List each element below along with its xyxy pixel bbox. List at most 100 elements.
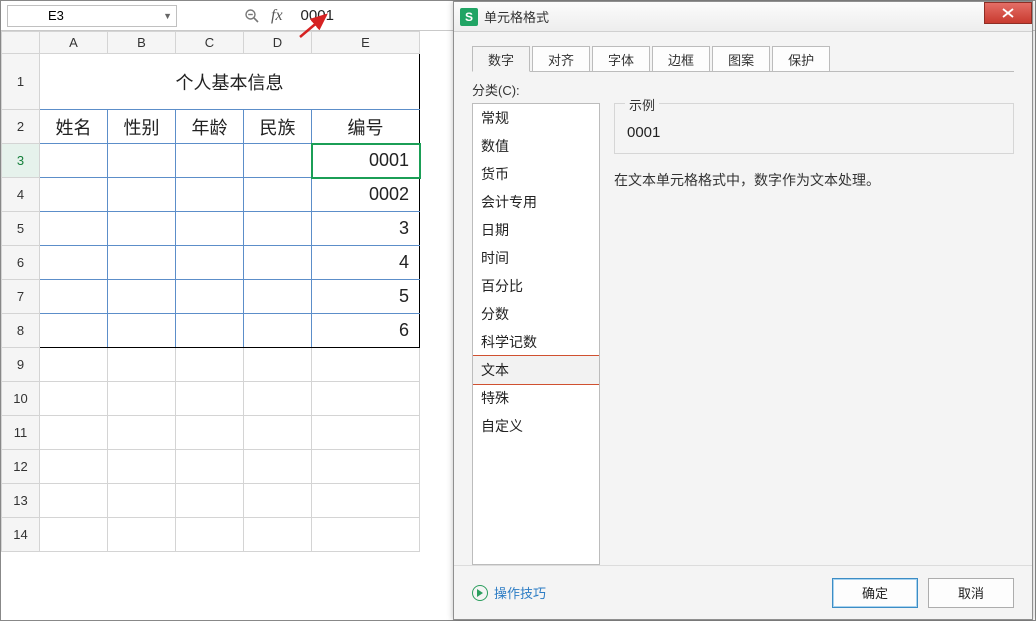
tab-pattern[interactable]: 图案 [712,46,770,72]
cat-scientific[interactable]: 科学记数 [473,328,599,356]
cell-C3[interactable] [176,144,244,178]
cell-D8[interactable] [244,314,312,348]
row-header-4[interactable]: 4 [2,178,40,212]
cell-E8[interactable]: 6 [312,314,420,348]
tab-number[interactable]: 数字 [472,46,530,72]
cell-A3[interactable] [40,144,108,178]
col-header-A[interactable]: A [40,32,108,54]
close-icon [1001,7,1015,19]
cell-D5[interactable] [244,212,312,246]
col-header-B[interactable]: B [108,32,176,54]
hdr-gender[interactable]: 性别 [108,110,176,144]
col-header-E[interactable]: E [312,32,420,54]
cat-number[interactable]: 数值 [473,132,599,160]
row-header-12[interactable]: 12 [2,450,40,484]
cell-C4[interactable] [176,178,244,212]
fx-label[interactable]: fx [267,7,287,25]
cell-C5[interactable] [176,212,244,246]
cell-E3[interactable]: 0001 [312,144,420,178]
col-header-D[interactable]: D [244,32,312,54]
cancel-button[interactable]: 取消 [928,578,1014,608]
cell-E6[interactable]: 4 [312,246,420,280]
cat-general[interactable]: 常规 [473,104,599,132]
app-icon: S [460,8,478,26]
cell-E4[interactable]: 0002 [312,178,420,212]
cell-C8[interactable] [176,314,244,348]
name-box[interactable]: E3 ▼ [7,5,177,27]
cell-C6[interactable] [176,246,244,280]
close-button[interactable] [984,2,1032,24]
cell-D3[interactable] [244,144,312,178]
cell-A8[interactable] [40,314,108,348]
cell-D7[interactable] [244,280,312,314]
cell-A7[interactable] [40,280,108,314]
cell-D6[interactable] [244,246,312,280]
cat-text[interactable]: 文本 [472,355,600,385]
row-header-2[interactable]: 2 [2,110,40,144]
format-description: 在文本单元格格式中，数字作为文本处理。 [614,170,1014,190]
dialog-footer: 操作技巧 确定 取消 [454,565,1032,619]
tab-align[interactable]: 对齐 [532,46,590,72]
dialog-title: 单元格格式 [484,7,549,26]
cell-C7[interactable] [176,280,244,314]
example-box: 示例 0001 [614,103,1014,154]
hdr-age[interactable]: 年龄 [176,110,244,144]
cat-custom[interactable]: 自定义 [473,412,599,440]
formula-value: 0001 [301,7,334,24]
cell-E5[interactable]: 3 [312,212,420,246]
hdr-code[interactable]: 编号 [312,110,420,144]
category-label: 分类(C): [472,80,1014,99]
cat-currency[interactable]: 货币 [473,160,599,188]
row-header-9[interactable]: 9 [2,348,40,382]
cat-time[interactable]: 时间 [473,244,599,272]
right-pane: 示例 0001 在文本单元格格式中，数字作为文本处理。 [614,103,1014,565]
cell-B4[interactable] [108,178,176,212]
cell-A5[interactable] [40,212,108,246]
category-list[interactable]: 常规 数值 货币 会计专用 日期 时间 百分比 分数 科学记数 文本 特殊 自定… [472,103,600,565]
row-header-10[interactable]: 10 [2,382,40,416]
cell-format-dialog: S 单元格格式 数字 对齐 字体 边框 图案 保护 分类(C): 常规 数值 货… [453,1,1033,620]
title-cell[interactable]: 个人基本信息 [40,54,420,110]
cell-B7[interactable] [108,280,176,314]
grid[interactable]: A B C D E 1 个人基本信息 2 姓名 性别 年龄 民族 编号 3 00… [1,31,420,552]
row-header-11[interactable]: 11 [2,416,40,450]
select-all-corner[interactable] [2,32,40,54]
cell-B5[interactable] [108,212,176,246]
cat-fraction[interactable]: 分数 [473,300,599,328]
row-header-3[interactable]: 3 [2,144,40,178]
cell-A6[interactable] [40,246,108,280]
row-header-1[interactable]: 1 [2,54,40,110]
cell-B6[interactable] [108,246,176,280]
cat-percent[interactable]: 百分比 [473,272,599,300]
tabstrip: 数字 对齐 字体 边框 图案 保护 [454,32,1032,72]
cell-reference: E3 [48,8,64,23]
cat-special[interactable]: 特殊 [473,384,599,412]
hdr-ethnic[interactable]: 民族 [244,110,312,144]
tab-font[interactable]: 字体 [592,46,650,72]
cat-date[interactable]: 日期 [473,216,599,244]
hdr-name[interactable]: 姓名 [40,110,108,144]
tips-link[interactable]: 操作技巧 [472,583,546,602]
row-header-7[interactable]: 7 [2,280,40,314]
dialog-titlebar[interactable]: S 单元格格式 [454,2,1032,32]
row-header-13[interactable]: 13 [2,484,40,518]
ok-button[interactable]: 确定 [832,578,918,608]
cell-E7[interactable]: 5 [312,280,420,314]
cell-D4[interactable] [244,178,312,212]
cat-accounting[interactable]: 会计专用 [473,188,599,216]
tab-border[interactable]: 边框 [652,46,710,72]
zoom-out-icon[interactable] [241,5,263,27]
col-header-C[interactable]: C [176,32,244,54]
play-icon [472,585,488,601]
dropdown-caret-icon: ▼ [163,11,172,21]
cell-B3[interactable] [108,144,176,178]
tips-label: 操作技巧 [494,583,546,602]
dialog-body: 分类(C): 常规 数值 货币 会计专用 日期 时间 百分比 分数 科学记数 文… [454,72,1032,565]
row-header-8[interactable]: 8 [2,314,40,348]
cell-B8[interactable] [108,314,176,348]
row-header-14[interactable]: 14 [2,518,40,552]
cell-A4[interactable] [40,178,108,212]
row-header-5[interactable]: 5 [2,212,40,246]
tab-protect[interactable]: 保护 [772,46,830,72]
row-header-6[interactable]: 6 [2,246,40,280]
